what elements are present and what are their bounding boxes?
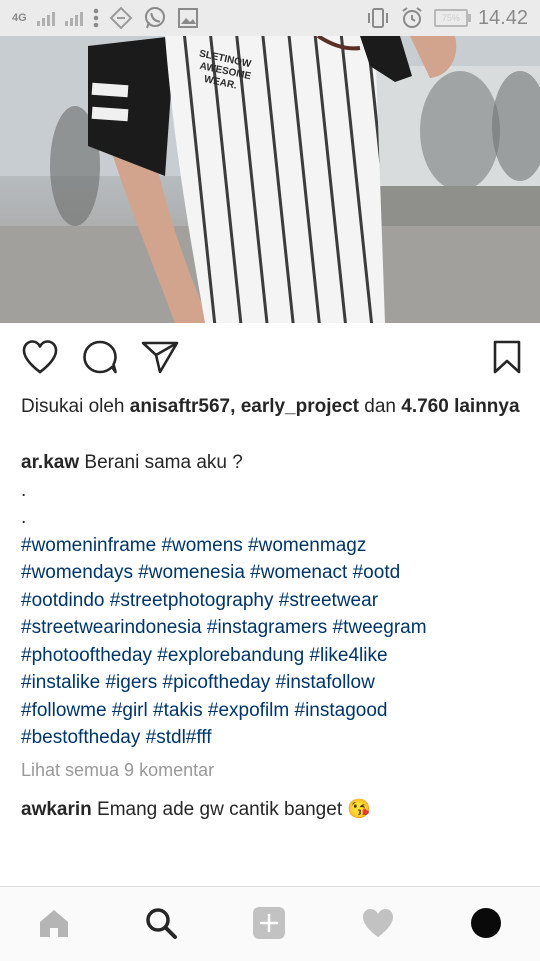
hashtag-line[interactable]: #womendays #womenesia #womenact #ootd — [21, 559, 521, 587]
comment-text: Emang ade gw cantik banget — [97, 799, 343, 820]
clock: 14.42 — [477, 6, 528, 29]
post-photo-image: SLETINOW AWESOME WEAR. — [0, 36, 540, 323]
likes-separator: , — [230, 396, 236, 417]
post-caption: ar.kaw Berani sama aku ? . . #womeninfra… — [21, 449, 521, 752]
hashtag-line[interactable]: #ootdindo #streetphotography #streetwear — [21, 587, 521, 615]
caption-hashtags: #womeninframe #womens #womenmagz #womend… — [21, 532, 521, 752]
network-type: 4G — [12, 12, 27, 24]
hashtag-line[interactable]: #womeninframe #womens #womenmagz — [21, 532, 521, 560]
bottom-nav — [0, 886, 540, 961]
bookmark-icon[interactable] — [492, 339, 522, 375]
hashtag-line[interactable]: #followme #girl #takis #expofilm #instag… — [21, 697, 521, 725]
share-icon[interactable] — [140, 339, 180, 375]
post-photo[interactable]: SLETINOW AWESOME WEAR. — [0, 36, 540, 323]
comment-icon[interactable] — [81, 339, 119, 375]
likes-suffix[interactable]: lainnya — [454, 396, 519, 417]
post-actions — [0, 323, 540, 393]
comment-item: awkarin Emang ade gw cantik banget 😘 — [21, 797, 371, 821]
caption-username[interactable]: ar.kaw — [21, 452, 79, 473]
data-saver-icon — [109, 6, 133, 30]
vibrate-icon — [367, 8, 388, 28]
alarm-icon — [402, 7, 422, 28]
caption-line: ar.kaw Berani sama aku ? — [21, 449, 521, 477]
add-post-icon[interactable] — [251, 905, 287, 941]
signal-icon — [36, 10, 55, 26]
home-icon[interactable] — [36, 905, 72, 941]
hashtag-line[interactable]: #photooftheday #explorebandung #like4lik… — [21, 642, 521, 670]
activity-heart-icon[interactable] — [360, 905, 396, 941]
more-icon — [93, 8, 98, 28]
caption-dot-1: . — [21, 479, 27, 501]
likes-summary[interactable]: Disukai oleh anisaftr567, early_project … — [21, 393, 521, 421]
heart-icon[interactable] — [21, 339, 59, 375]
hashtag-line[interactable]: #instalike #igers #picoftheday #instafol… — [21, 669, 521, 697]
status-bar: 4G 75% 14.42 — [0, 0, 540, 36]
whatsapp-icon — [144, 7, 165, 29]
comment-username[interactable]: awkarin — [21, 799, 92, 820]
likes-count[interactable]: 4.760 — [401, 396, 449, 417]
hashtag-line[interactable]: #streetwearindonesia #instagramers #twee… — [21, 614, 521, 642]
gallery-icon — [177, 8, 198, 28]
signal-icon-2 — [64, 10, 83, 26]
profile-avatar[interactable] — [468, 905, 504, 941]
status-bar-left: 4G — [12, 6, 199, 30]
search-icon[interactable] — [143, 905, 179, 941]
status-bar-right: 75% 14.42 — [366, 6, 528, 30]
likes-conjunction: dan — [364, 396, 396, 417]
kiss-emoji-icon: 😘 — [347, 799, 372, 820]
liked-by-user-1[interactable]: anisaftr567 — [130, 396, 230, 417]
caption-text: Berani sama aku ? — [84, 452, 243, 473]
battery-icon: 75% — [433, 9, 471, 27]
liked-by-user-2[interactable]: early_project — [241, 396, 359, 417]
likes-prefix: Disukai oleh — [21, 396, 125, 417]
view-all-comments-link[interactable]: Lihat semua 9 komentar — [21, 760, 214, 781]
hashtag-line[interactable]: #bestoftheday #stdl#fff — [21, 724, 521, 752]
caption-dot-2: . — [21, 507, 27, 528]
